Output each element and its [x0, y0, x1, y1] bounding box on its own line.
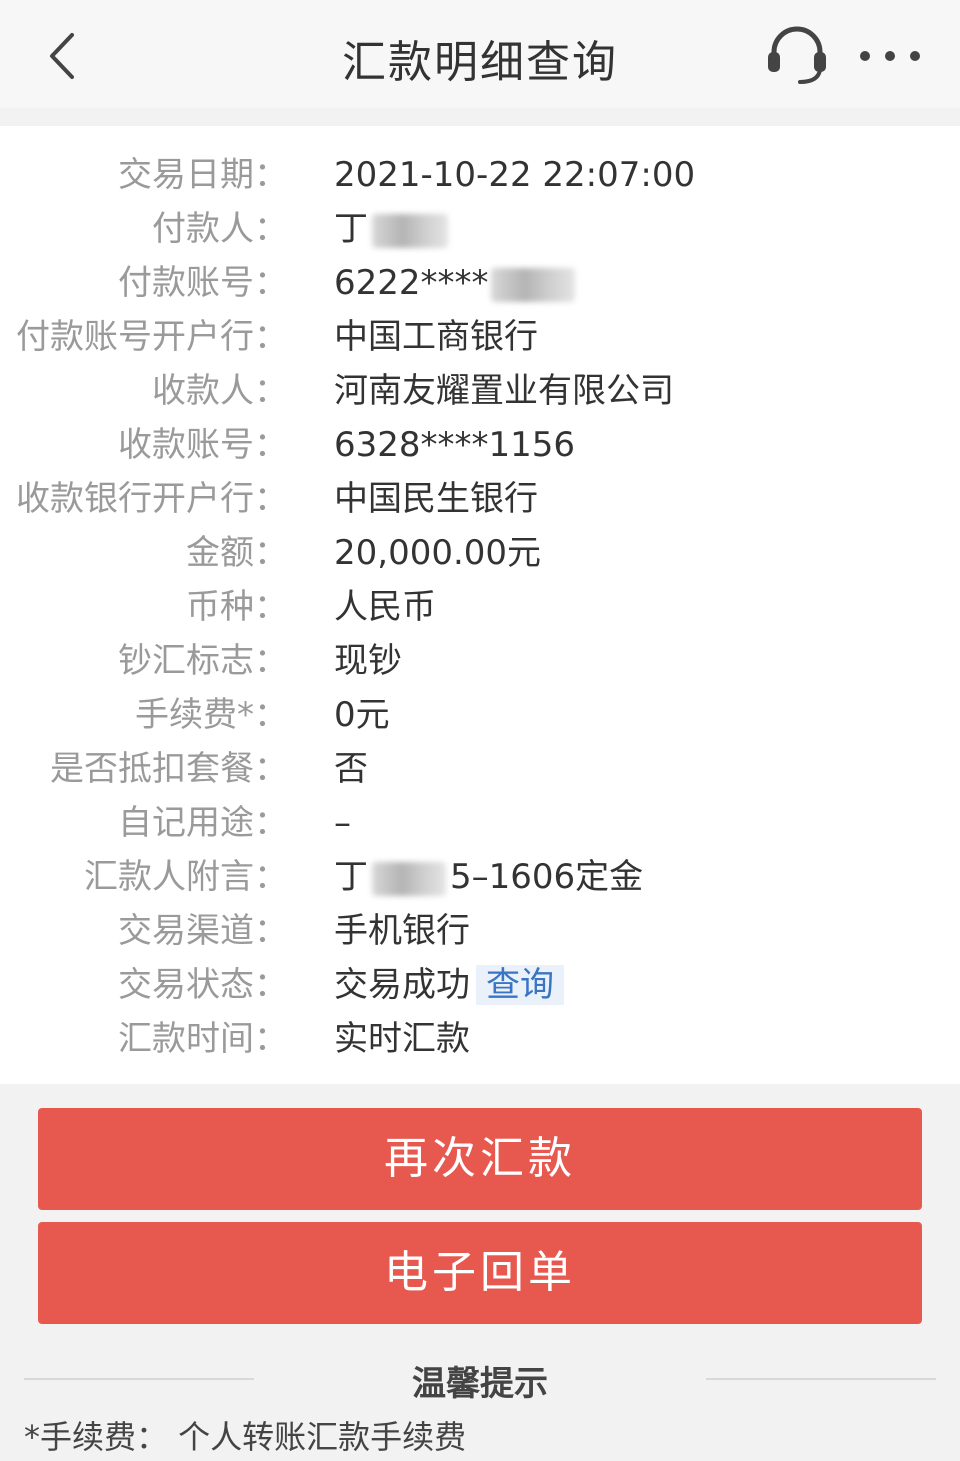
headset-icon [768, 26, 826, 84]
detail-row-payee-bank: 收款银行开户行： 中国民生银行 [0, 472, 960, 526]
detail-value: 实时汇款 [334, 1019, 470, 1059]
detail-row-payer-bank: 付款账号开户行： 中国工商银行 [0, 310, 960, 364]
detail-row-channel: 交易渠道： 手机银行 [0, 904, 960, 958]
detail-value: 现钞 [334, 641, 402, 681]
detail-value: – [334, 803, 351, 843]
redacted-blur [372, 213, 448, 248]
detail-label: 是否抵扣套餐： [50, 749, 288, 789]
detail-label: 收款账号： [118, 425, 288, 465]
customer-service-button[interactable] [764, 24, 830, 88]
detail-label: 收款银行开户行： [16, 479, 288, 519]
detail-row-payer: 付款人： 丁 [0, 202, 960, 256]
detail-label: 币种： [186, 587, 288, 627]
e-receipt-button[interactable]: 电子回单 [38, 1222, 922, 1324]
tips-text: *手续费： 个人转账汇款手续费 [24, 1418, 467, 1456]
detail-label: 金额： [186, 533, 288, 573]
remit-again-button[interactable]: 再次汇款 [38, 1108, 922, 1210]
detail-label: 付款账号开户行： [16, 317, 288, 357]
detail-value: 否 [334, 749, 368, 789]
detail-value: 6222**** [334, 263, 489, 303]
detail-label: 交易日期： [118, 155, 288, 195]
top-nav-bar: 汇款明细查询 [0, 0, 960, 108]
detail-row-payer-account: 付款账号： 6222**** [0, 256, 960, 310]
detail-row-remark: 汇款人附言： 丁 5–1606定金 [0, 850, 960, 904]
more-dots-icon [860, 51, 870, 61]
detail-value: 20,000.00元 [334, 533, 542, 573]
detail-value: 中国民生银行 [334, 479, 538, 519]
detail-label: 汇款人附言： [84, 857, 288, 897]
detail-row-amount: 金额： 20,000.00元 [0, 526, 960, 580]
detail-row-cash-flag: 钞汇标志： 现钞 [0, 634, 960, 688]
detail-row-currency: 币种： 人民币 [0, 580, 960, 634]
detail-value: 6328****1156 [334, 425, 576, 465]
redacted-blur [490, 267, 575, 302]
detail-value: 2021-10-22 22:07:00 [334, 155, 696, 195]
detail-row-payee-account: 收款账号： 6328****1156 [0, 418, 960, 472]
transaction-detail-panel: 交易日期： 2021-10-22 22:07:00 付款人： 丁 付款账号： 6… [0, 126, 960, 1084]
tips-title: 温馨提示 [412, 1364, 548, 1404]
detail-label: 收款人： [152, 371, 288, 411]
detail-value: 手机银行 [334, 911, 470, 951]
detail-label: 付款人： [152, 209, 288, 249]
detail-value: 0元 [334, 695, 390, 735]
detail-row-date: 交易日期： 2021-10-22 22:07:00 [0, 148, 960, 202]
detail-value: 河南友耀置业有限公司 [334, 371, 674, 411]
detail-row-package-deduct: 是否抵扣套餐： 否 [0, 742, 960, 796]
detail-value-suffix: 5–1606定金 [450, 857, 644, 897]
detail-row-purpose: 自记用途： – [0, 796, 960, 850]
detail-label: 交易状态： [118, 965, 288, 1005]
detail-row-remit-time: 汇款时间： 实时汇款 [0, 1012, 960, 1066]
detail-label: 钞汇标志： [118, 641, 288, 681]
detail-label: 交易渠道： [118, 911, 288, 951]
detail-row-payee: 收款人： 河南友耀置业有限公司 [0, 364, 960, 418]
redacted-blur [372, 861, 446, 896]
detail-value: 人民币 [334, 587, 436, 627]
detail-value: 交易成功 [334, 965, 470, 1005]
detail-label: 汇款时间： [118, 1019, 288, 1059]
detail-value: 中国工商银行 [334, 317, 538, 357]
detail-value: 丁 [334, 857, 368, 897]
detail-label: 付款账号： [118, 263, 288, 303]
detail-row-status: 交易状态： 交易成功 查询 [0, 958, 960, 1012]
detail-label: 自记用途： [118, 803, 288, 843]
more-button[interactable] [860, 36, 920, 76]
status-query-link[interactable]: 查询 [476, 965, 564, 1005]
detail-label: 手续费*： [135, 695, 288, 735]
detail-value: 丁 [334, 209, 368, 249]
detail-row-fee: 手续费*： 0元 [0, 688, 960, 742]
